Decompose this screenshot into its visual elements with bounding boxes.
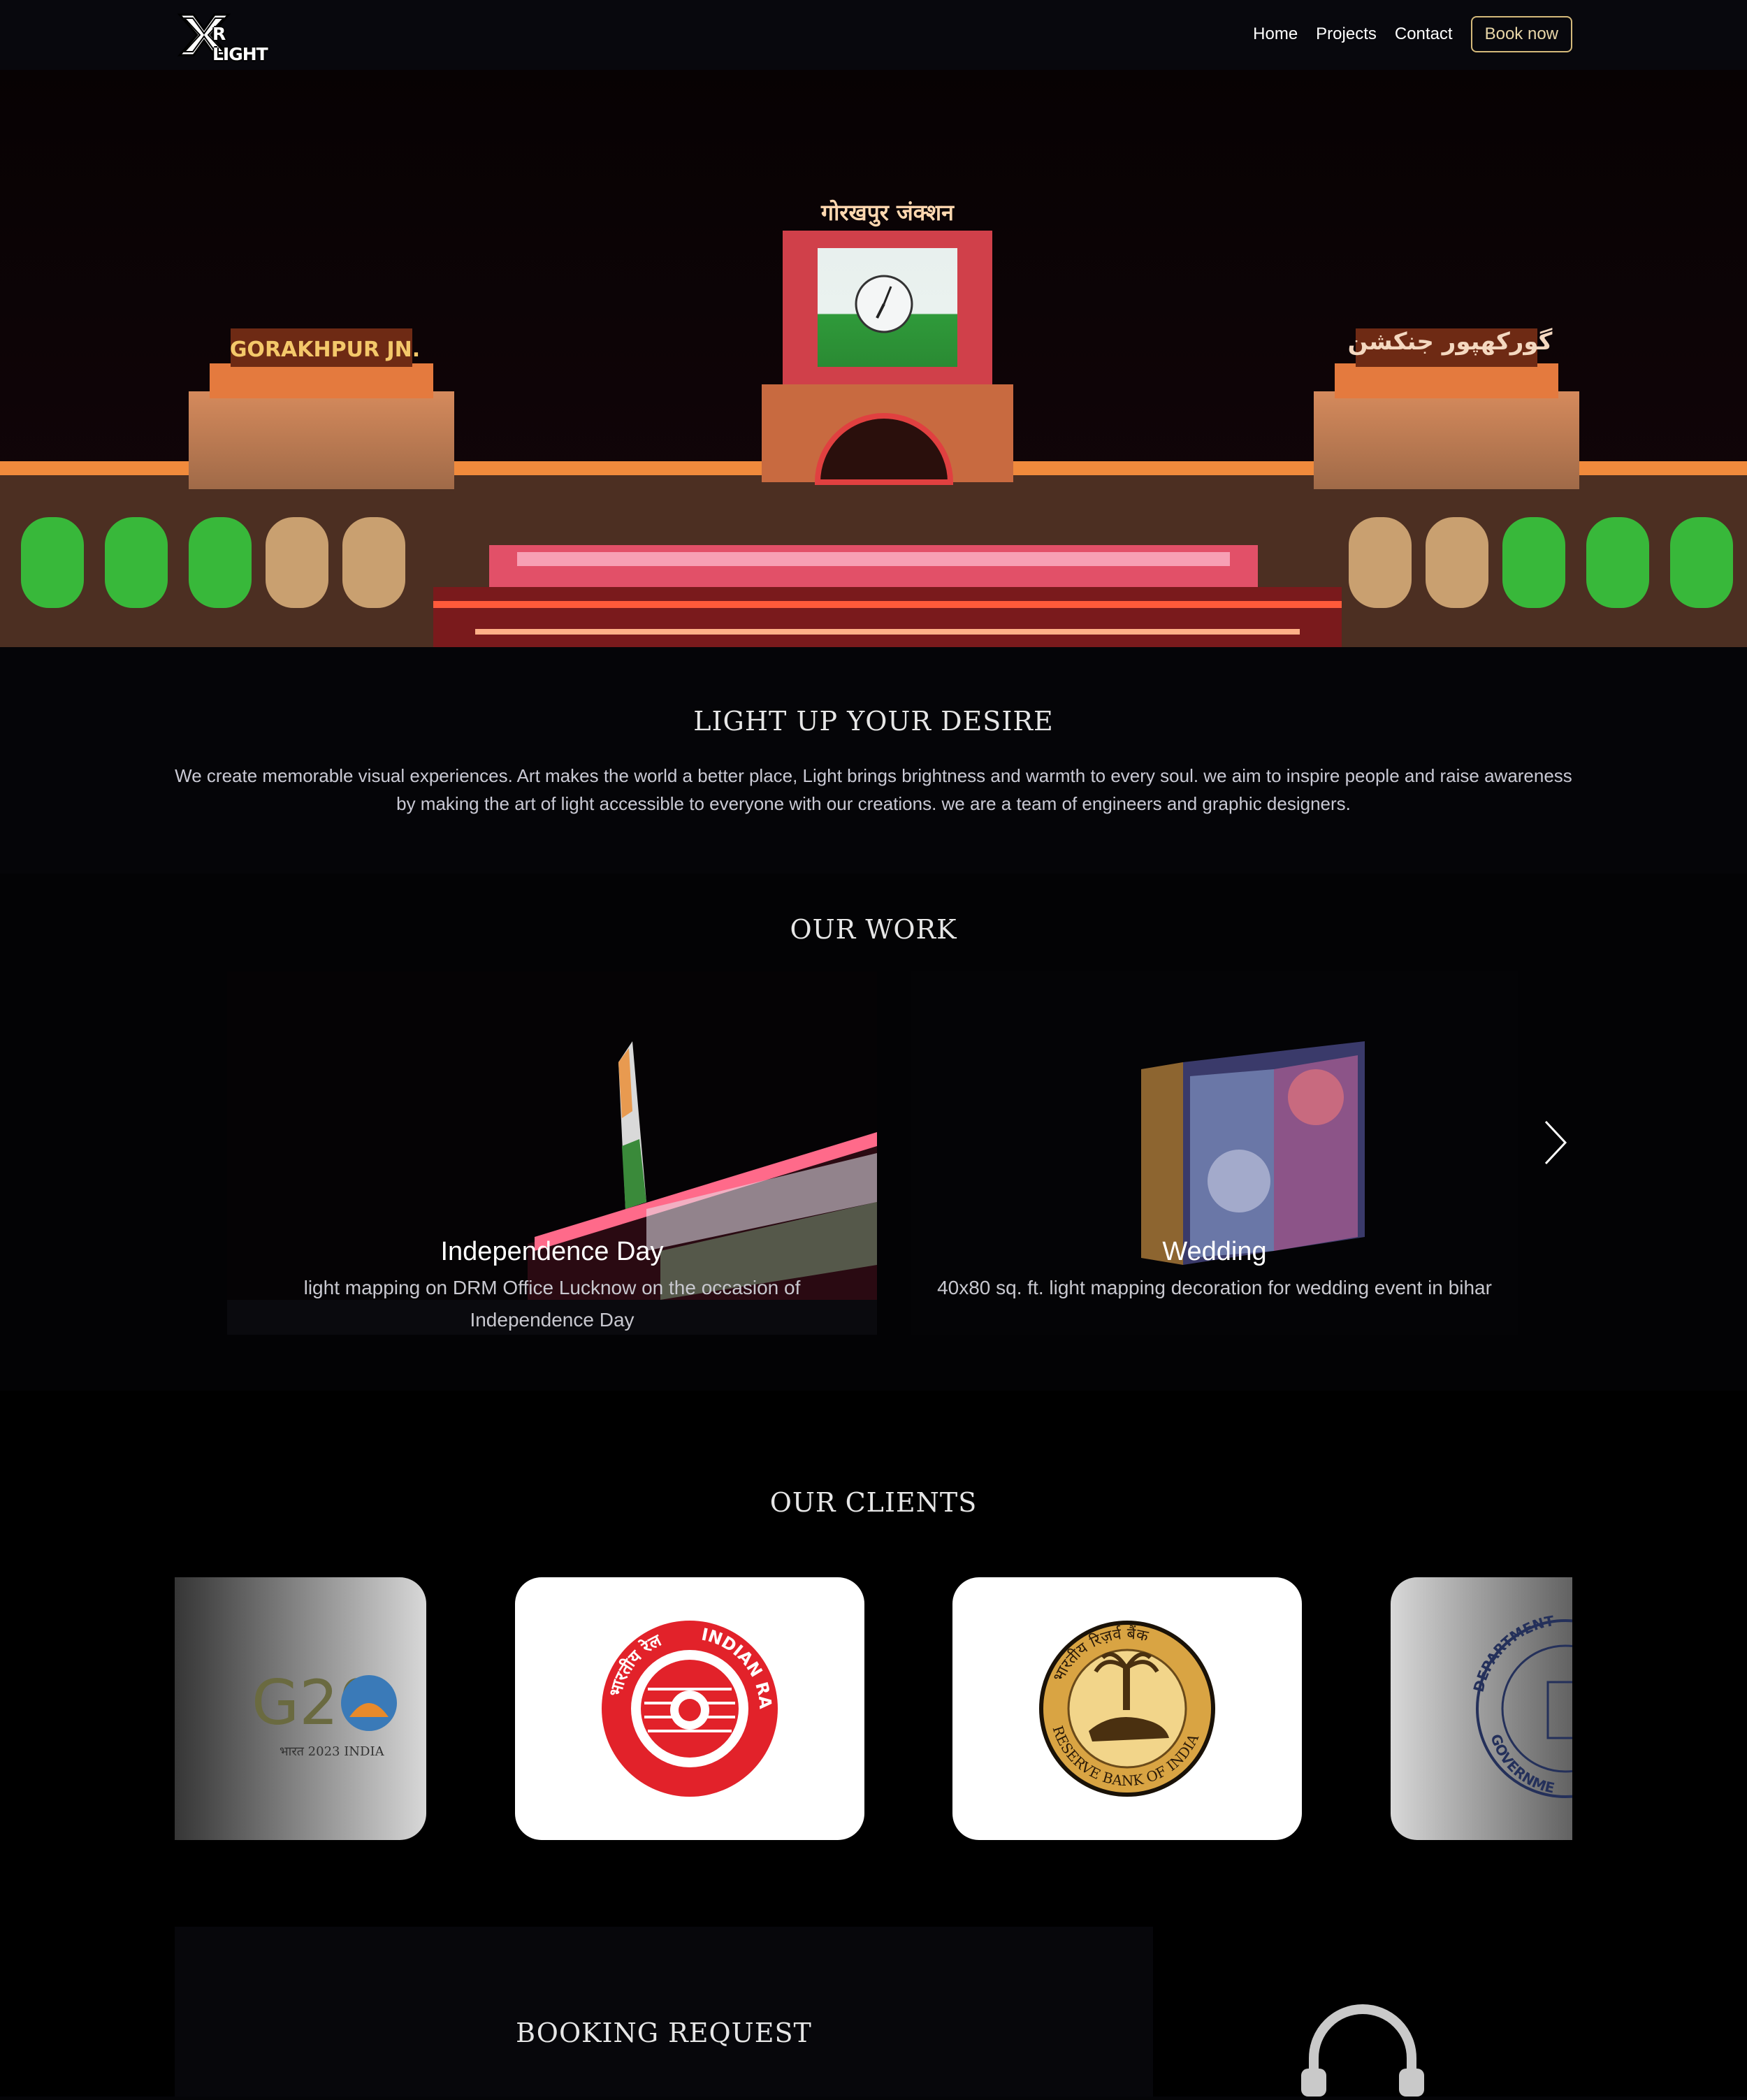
book-now-button[interactable]: Book now: [1470, 16, 1572, 52]
indian-railways-logo-icon: INDIAN RAILWAYS भारतीय रेल: [515, 1577, 778, 1797]
hero-sign-left: GORAKHPUR JN.: [230, 338, 420, 362]
intro-text: We create memorable visual experiences. …: [175, 765, 1572, 814]
gorakhpur-station-illustration: GORAKHPUR JN. गोरखपुर जंक्शन گورکھپور جن…: [0, 70, 1747, 647]
work-card-title: Independence Day: [440, 1237, 664, 1266]
headphones-icon: [1293, 1992, 1433, 2097]
nav-projects-link[interactable]: Projects: [1316, 24, 1377, 44]
nav-home-link[interactable]: Home: [1253, 24, 1298, 44]
department-text: DEPARTMENT: [1470, 1612, 1556, 1694]
work-card-desc: 40x80 sq. ft. light mapping decoration f…: [937, 1277, 1492, 1298]
work-card-desc: light mapping on DRM Office Lucknow on t…: [303, 1277, 801, 1331]
booking-title: BOOKING REQUEST: [516, 2018, 812, 2048]
client-card-g20: G20 भारत 2023 INDIA: [175, 1577, 426, 1840]
work-card-wedding[interactable]: Wedding 40x80 sq. ft. light mapping deco…: [911, 971, 1518, 1335]
clients-carousel[interactable]: G20 भारत 2023 INDIA INDIAN RAILWAYS: [175, 1577, 1572, 1840]
logo[interactable]: R LIGHT: [176, 11, 281, 64]
rbi-logo-icon: भारतीय रिज़र्व बैंक RESERVE BANK OF INDI…: [1039, 1621, 1215, 1797]
g20-logo-icon: G20 भारत 2023 INDIA: [252, 1667, 397, 1759]
work-card-title: Wedding: [1162, 1237, 1267, 1266]
client-card-department: DEPARTMENT GOVERNME: [1391, 1577, 1572, 1840]
nav-contact-link[interactable]: Contact: [1395, 24, 1453, 44]
hero-image: GORAKHPUR JN. गोरखपुर जंक्शन گورکھپور جن…: [0, 70, 1747, 647]
hero-sign-center: गोरखपुर जंक्शन: [820, 199, 955, 227]
department-seal-icon: DEPARTMENT GOVERNME: [1470, 1612, 1572, 1798]
navbar: R LIGHT Home Projects Contact Book now: [0, 0, 1747, 70]
nav-links: Home Projects Contact Book now: [1253, 15, 1572, 53]
carousel-next-arrow-icon[interactable]: [1537, 1115, 1574, 1171]
work-title: OUR WORK: [790, 914, 957, 945]
client-card-rbi: भारतीय रिज़र्व बैंक RESERVE BANK OF INDI…: [952, 1577, 1302, 1840]
svg-text:DEPARTMENT: DEPARTMENT: [1470, 1612, 1556, 1694]
client-card-railways: INDIAN RAILWAYS भारतीय रेल: [515, 1577, 864, 1840]
work-card-independence[interactable]: Independence Day light mapping on DRM Of…: [227, 971, 877, 1335]
hero-sign-right: گورکھپور جنکشن: [1348, 328, 1553, 356]
booking-form-panel: BOOKING REQUEST: [175, 1927, 1153, 2097]
logo-text: R LIGHT: [212, 24, 268, 64]
clients-title: OUR CLIENTS: [769, 1487, 978, 1518]
g20-subtext: भारत 2023 INDIA: [280, 1744, 385, 1759]
intro-title: LIGHT UP YOUR DESIRE: [693, 706, 1054, 737]
